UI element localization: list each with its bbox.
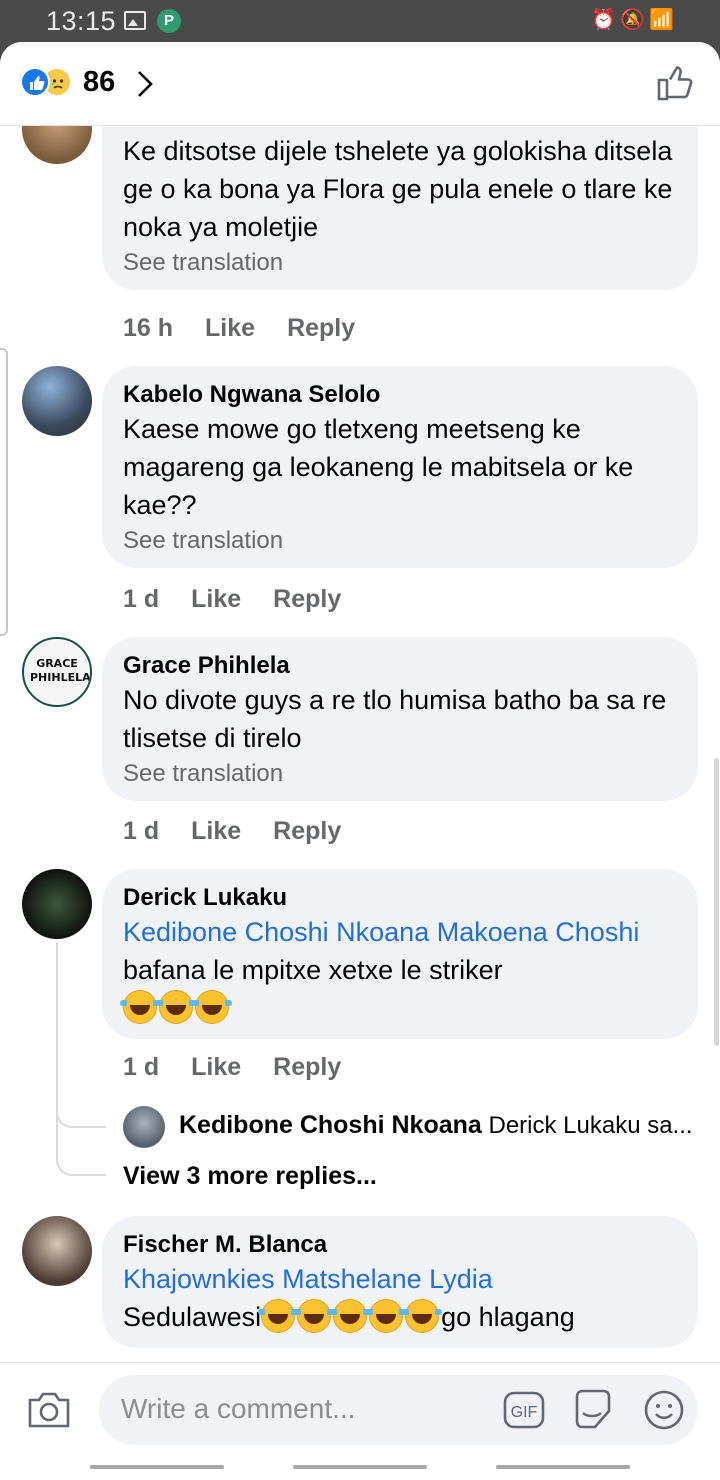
like-button[interactable]: Like [191,1053,241,1081]
reply-button[interactable]: Reply [273,817,341,845]
thread-connector [56,1092,106,1128]
status-time: 13:15 [46,6,117,36]
avatar[interactable]: GRACE PHIHLELA [22,637,92,707]
rofl-emoji-icon [120,990,160,1024]
rofl-emoji-icon [156,990,196,1024]
mention-link[interactable]: Khajownkies Matshelane Lydia [123,1260,676,1298]
comment-bubble[interactable]: Grace Phihlela No divote guys a re tlo h… [102,637,698,801]
comment-text: Kedibone Choshi Nkoana Makoena Choshi ba… [123,913,676,989]
comment-actions: 1 d Like Reply [123,585,373,614]
comment-author[interactable]: Kabelo Ngwana Selolo [123,380,676,410]
reply-author: Kedibone Choshi Nkoana [179,1111,482,1139]
camera-icon[interactable] [26,1390,72,1430]
avatar[interactable] [123,1106,165,1148]
see-translation-link[interactable]: See translation [123,246,676,280]
comment-time: 1 d [123,585,160,613]
rofl-emoji-icon [192,990,232,1024]
gesture-bar [0,1458,720,1480]
like-button[interactable]: Like [191,817,241,845]
comment-actions: 16 h Like Reply [123,314,387,343]
chevron-right-icon[interactable] [136,69,154,99]
comment-author[interactable]: Derick Lukaku [123,883,676,913]
reply-preview-text: Kedibone Choshi Nkoana Derick Lukaku sa.… [179,1111,709,1140]
thumbs-up-outline-icon[interactable] [656,64,694,102]
nav-handle[interactable] [293,1465,427,1469]
reply-button[interactable]: Reply [273,1053,341,1081]
reaction-count[interactable]: 86 [83,66,115,99]
comment-time: 1 d [123,1053,160,1081]
laugh-emoji-icon [366,1299,407,1333]
comment-input[interactable]: Write a comment... GIF [99,1375,698,1445]
like-reaction-icon [20,67,50,97]
comment-body: bafana le mpitxe xetxe le striker [123,955,503,985]
view-more-replies-link[interactable]: View 3 more replies... [123,1162,377,1191]
app-notification-icon: P [157,9,181,33]
emoji-icon[interactable] [643,1389,685,1431]
comment-actions: 1 d Like Reply [123,1053,373,1082]
mention-link[interactable]: Kedibone Choshi Nkoana Makoena Choshi [123,917,639,947]
scrollbar[interactable] [714,758,719,1046]
comment-bubble[interactable]: Fischer M. Blanca Khajownkies Matshelane… [102,1216,698,1348]
see-translation-link[interactable]: See translation [123,757,676,791]
comment-text: Ke ditsotse dijele tshelete ya golokisha… [123,136,673,242]
thread-connector [56,1142,106,1176]
laugh-emoji-icon [258,1299,299,1333]
status-bar: 13:15 P ⏰🔕📶 [0,0,720,42]
comment-bubble[interactable]: Derick Lukaku Kedibone Choshi Nkoana Mak… [102,869,698,1039]
reply-snippet: Derick Lukaku sa... [481,1112,693,1139]
see-translation-link[interactable]: See translation [123,524,676,558]
edge-handle [0,348,8,636]
comment-body-end: go hlagang [441,1302,575,1332]
emoji-row [120,989,676,1027]
nav-handle[interactable] [90,1465,224,1469]
nav-handle[interactable] [496,1465,630,1469]
comment-time: 1 d [123,817,160,845]
laugh-emoji-icon [402,1299,443,1333]
laugh-emoji-icon [330,1299,371,1333]
comment-time: 16 h [123,314,174,342]
avatar[interactable] [22,366,92,436]
reply-button[interactable]: Reply [273,585,341,613]
avatar[interactable] [22,1216,92,1286]
reply-button[interactable]: Reply [287,314,355,342]
comment-bubble[interactable]: Kabelo Ngwana Selolo Kaese mowe go tletx… [102,366,698,568]
sticker-icon[interactable] [571,1389,615,1431]
comments-sheet: 86 Ke ditsotse dijele tshelete ya goloki… [0,42,720,1480]
comment-body: Sedulawesi [123,1302,262,1332]
gallery-notification-icon [124,11,146,30]
laugh-emoji-icon [294,1299,335,1333]
reply-preview[interactable]: Kedibone Choshi Nkoana Derick Lukaku sa.… [123,1106,713,1150]
comment-author[interactable]: Grace Phihlela [123,651,676,681]
comment-text: No divote guys a re tlo humisa batho ba … [123,685,667,753]
comment-text: Kaese mowe go tletxeng meetseng ke magar… [123,414,634,520]
comment-placeholder: Write a comment... [121,1393,356,1424]
status-icons: ⏰🔕📶 [591,9,678,31]
gif-icon[interactable]: GIF [503,1391,545,1429]
comment-actions: 1 d Like Reply [123,817,373,846]
avatar-text: GRACE PHIHLELA [30,657,91,684]
svg-text:GIF: GIF [511,1404,538,1421]
avatar[interactable] [22,869,92,939]
comment-text: Sedulawesi go hlagang [123,1298,676,1336]
reactions-header: 86 [0,42,720,126]
comment-author[interactable]: Fischer M. Blanca [123,1230,676,1260]
like-button[interactable]: Like [191,585,241,613]
like-button[interactable]: Like [205,314,255,342]
